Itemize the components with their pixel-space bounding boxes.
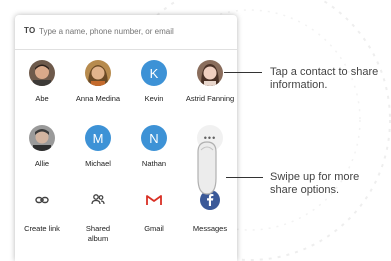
contact-nathan[interactable]: N Nathan (127, 125, 181, 173)
action-label: Shared album (85, 224, 111, 243)
contact-michael[interactable]: M Michael (71, 125, 125, 173)
shared-album-action[interactable]: Shared album (71, 190, 125, 243)
gmail-action[interactable]: Gmail (127, 190, 181, 238)
avatar (197, 60, 223, 86)
contact-label: Astrid Fanning (185, 94, 235, 103)
action-label: Gmail (144, 224, 164, 233)
avatar: N (141, 125, 167, 151)
contact-label: Abe (35, 94, 49, 103)
avatar: M (85, 125, 111, 151)
swipe-callout-line (226, 177, 263, 178)
contact-label: Allie (34, 159, 50, 168)
contact-callout-text: Tap a contact to share information. (270, 66, 379, 91)
contact-label: Kevin (144, 94, 164, 103)
contact-abe[interactable]: Abe (15, 60, 69, 108)
avatar: K (141, 60, 167, 86)
link-icon (32, 190, 52, 210)
contact-allie[interactable]: Allie (15, 125, 69, 173)
shared-album-icon (88, 190, 108, 210)
contact-anna-medina[interactable]: Anna Medina (71, 60, 125, 108)
contact-label: Michael (85, 159, 111, 168)
contact-astrid-fanning[interactable]: Astrid Fanning (183, 60, 237, 108)
to-row: TO (15, 15, 237, 49)
share-sheet: TO Abe Anna Medina K Kevin (15, 15, 237, 261)
recipient-search-input[interactable] (39, 23, 229, 39)
create-link-action[interactable]: Create link (15, 190, 69, 238)
avatar (85, 60, 111, 86)
contact-label: Nathan (141, 159, 167, 168)
action-label: Create link (24, 224, 60, 233)
divider (15, 49, 237, 50)
swipe-finger-icon (197, 141, 217, 195)
avatar (29, 125, 55, 151)
to-label: TO (24, 26, 36, 35)
contact-kevin[interactable]: K Kevin (127, 60, 181, 108)
swipe-callout-text: Swipe up for more share options. (270, 171, 360, 196)
action-label: Messages (192, 224, 228, 233)
contact-callout-line (224, 72, 262, 73)
gmail-icon (144, 190, 164, 210)
contact-label: Anna Medina (75, 94, 121, 103)
avatar (29, 60, 55, 86)
